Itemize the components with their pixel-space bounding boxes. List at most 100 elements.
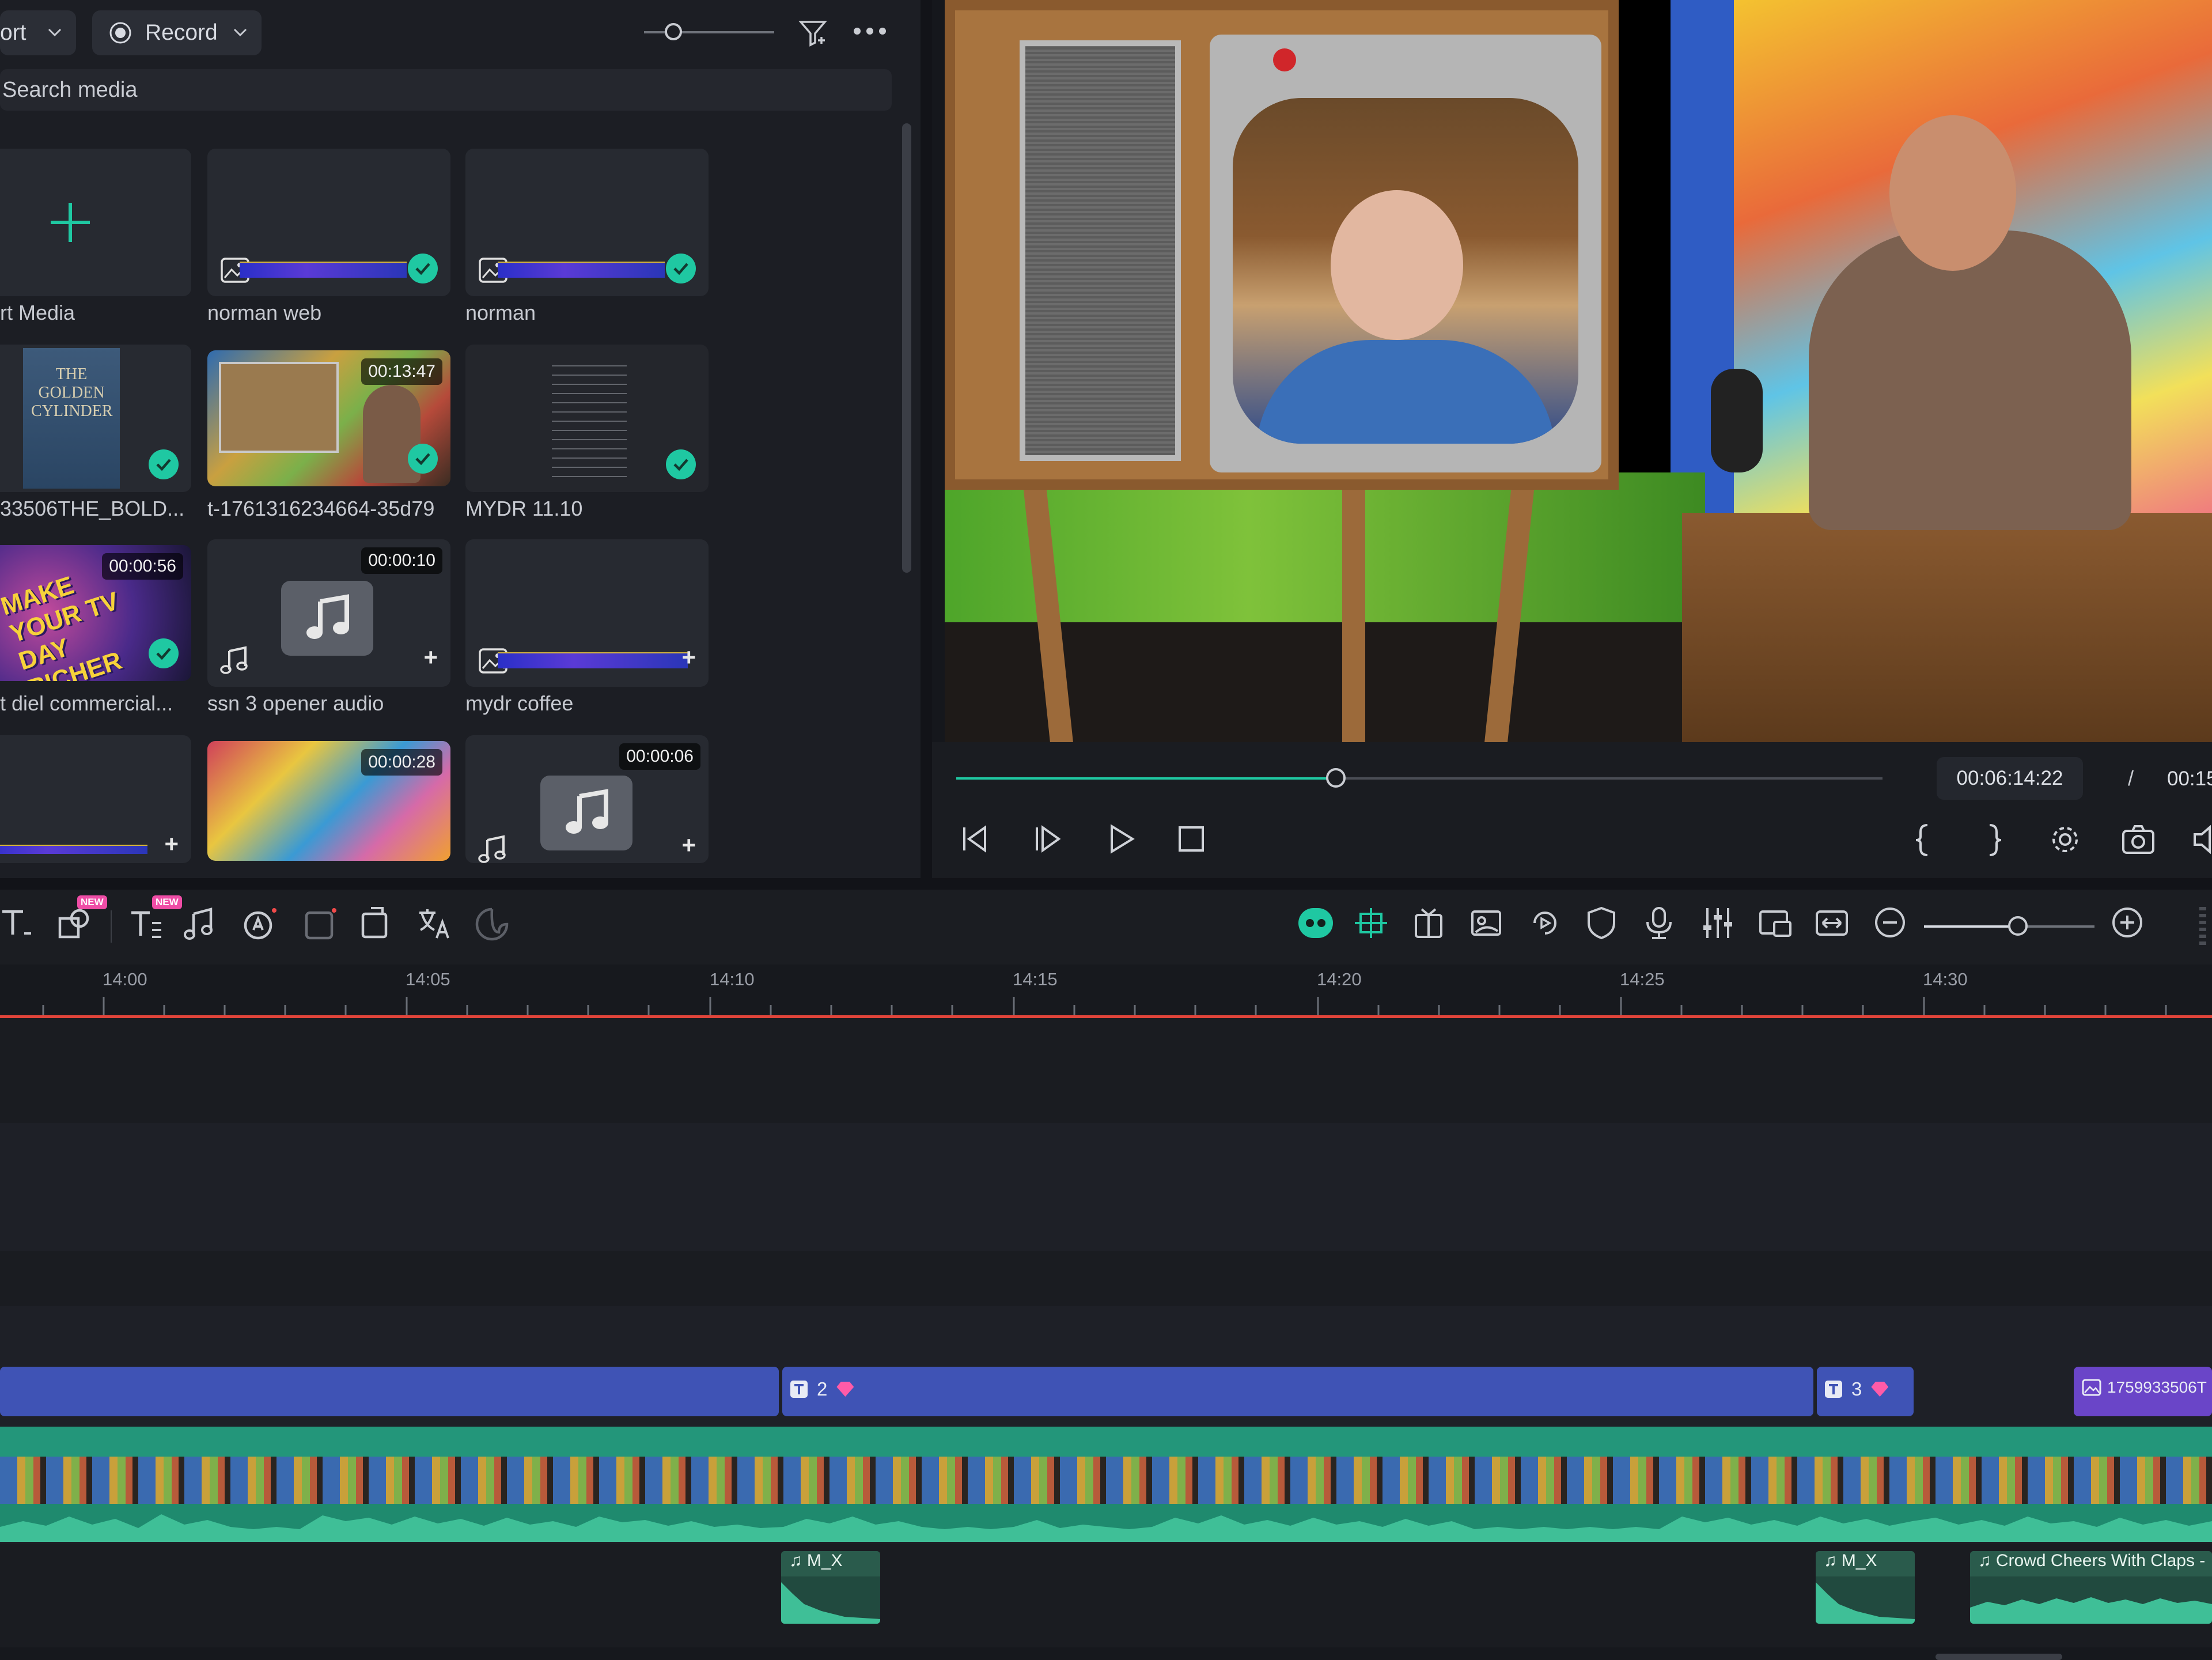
add-to-timeline-icon[interactable]: + (681, 833, 696, 857)
title-clip[interactable] (0, 1367, 779, 1416)
image-clip-text: 1759933506T (2107, 1378, 2207, 1396)
record-button[interactable]: Record (92, 10, 262, 55)
media-item-collage-video[interactable]: 00:00:28 (207, 741, 450, 861)
mark-out-icon[interactable] (1983, 823, 2006, 857)
title-clip-text: 3 (1851, 1378, 1862, 1400)
new-badge: NEW (152, 895, 182, 909)
play-icon[interactable] (1105, 823, 1137, 855)
media-item-norman[interactable] (465, 149, 709, 296)
image-clip[interactable]: 1759933506T (2074, 1367, 2212, 1416)
ruler-label: 14:25 (1620, 969, 1665, 989)
timeline-ruler[interactable]: 14:00 14:05 14:10 14:15 14:20 14:25 14:3… (0, 965, 2212, 1016)
import-label: ort (0, 20, 26, 45)
speed-icon[interactable] (1528, 906, 1562, 940)
thumbnail-size-slider[interactable] (644, 21, 774, 44)
music-note-icon: ♫ (1824, 1551, 1842, 1570)
scene-detect-icon[interactable] (1469, 906, 1503, 940)
auto-reframe-icon[interactable] (357, 906, 394, 943)
timeline-horizontal-scrollbar[interactable] (1936, 1654, 2062, 1660)
media-item-video-episode[interactable]: 00:13:47 (207, 350, 450, 486)
empty-track[interactable] (0, 1251, 2212, 1306)
snap-icon[interactable] (1354, 906, 1388, 940)
preview-microphone (1711, 369, 1763, 472)
premium-gem-icon (1871, 1382, 1889, 1397)
ai-copilot-icon[interactable] (1296, 903, 1335, 943)
audio-waveform (0, 1514, 2212, 1542)
media-item-lower-third[interactable]: + (0, 735, 191, 863)
empty-track[interactable] (0, 1647, 2212, 1660)
add-to-timeline-icon[interactable]: + (681, 645, 696, 670)
media-item-mydr-11-10[interactable] (465, 345, 709, 492)
ruler-ticks (42, 997, 2167, 1016)
add-to-timeline-icon[interactable]: + (423, 645, 438, 670)
filter-icon[interactable] (797, 17, 828, 48)
toolbar-grip[interactable] (2199, 907, 2206, 947)
audio-clip[interactable]: ♫ Crowd Cheers With Claps - (1970, 1551, 2212, 1624)
shield-icon[interactable] (1585, 906, 1618, 940)
render-settings-icon[interactable] (2048, 823, 2082, 856)
import-button[interactable]: ort (0, 10, 76, 55)
audio-tool-icon[interactable] (183, 906, 218, 943)
add-to-timeline-icon[interactable]: + (164, 832, 179, 856)
panel-divider-horizontal[interactable] (0, 878, 2212, 890)
microphone-icon[interactable] (1643, 906, 1675, 940)
ai-audio-icon[interactable] (242, 906, 279, 943)
snapshot-icon[interactable] (2121, 824, 2156, 855)
zoom-slider-handle[interactable] (2008, 916, 2028, 936)
empty-track[interactable] (0, 1018, 2212, 1123)
marker-icon[interactable] (1411, 906, 1446, 940)
media-item-mydr-coffee[interactable]: + (465, 539, 709, 687)
media-item-audio-clip[interactable]: 00:00:06 + (465, 735, 709, 863)
duration-badge: 00:00:10 (361, 547, 442, 574)
slider-handle[interactable] (665, 23, 682, 40)
fit-timeline-icon[interactable] (1815, 906, 1849, 940)
audio-clip[interactable]: ♫ M_X (781, 1551, 880, 1624)
audio-icon (478, 835, 506, 863)
current-time[interactable]: 00:06:14:22 (1937, 757, 2083, 800)
zoom-in-icon[interactable] (2111, 906, 2144, 939)
media-scrollbar[interactable] (902, 123, 911, 573)
translate-icon[interactable] (416, 906, 453, 943)
volume-icon[interactable] (2191, 824, 2212, 855)
ruler-label: 14:30 (1923, 969, 1968, 989)
playback-progress-handle[interactable] (1326, 768, 1346, 788)
shape-tool-icon[interactable] (56, 906, 93, 943)
ai-color-icon[interactable] (474, 906, 510, 943)
media-panel: ort Record rt Media norman web norman TH… (0, 0, 921, 878)
ruler-label: 14:05 (406, 969, 450, 989)
stop-icon[interactable] (1176, 824, 1206, 854)
media-item-golden-cylinder[interactable]: THE GOLDEN CYLINDER (0, 345, 191, 492)
check-icon (666, 254, 696, 283)
media-item-opener-audio[interactable]: 00:00:10 + (207, 539, 450, 687)
timeline-zoom-slider[interactable] (1924, 916, 2094, 936)
audio-clip-waveform (1816, 1582, 1915, 1624)
media-item-norman-web[interactable] (207, 149, 450, 296)
preview-tv-knob (1273, 48, 1296, 71)
ai-image-icon[interactable] (302, 906, 339, 943)
text-tool-icon[interactable] (0, 906, 35, 940)
title-clip[interactable]: 2 (782, 1367, 1813, 1416)
mark-in-icon[interactable] (1911, 823, 1934, 857)
preview-tv-speaker (1020, 40, 1181, 461)
media-label: t-1761316234664-35d79 (207, 497, 435, 520)
playback-progress-track[interactable] (956, 768, 1883, 788)
ruler-label: 14:15 (1013, 969, 1058, 989)
more-options-icon[interactable] (853, 27, 887, 36)
audio-clip[interactable]: ♫ M_X (1816, 1551, 1915, 1624)
audio-clip-header: ♫ M_X (1816, 1551, 1915, 1576)
media-item-diel-commercial[interactable]: MAKE YOUR TV DAY RICHER 00:00:56 (0, 545, 191, 681)
next-frame-icon[interactable] (1031, 823, 1063, 855)
panel-divider[interactable] (921, 0, 932, 878)
audio-mixer-icon[interactable] (1700, 906, 1735, 940)
main-video-clip[interactable] (0, 1427, 2212, 1542)
import-media-tile[interactable] (0, 149, 191, 296)
title-clip-label: 3 (1824, 1378, 1889, 1400)
empty-track[interactable] (0, 1123, 2212, 1251)
search-input[interactable] (0, 69, 876, 111)
ai-text-icon[interactable] (128, 906, 165, 943)
pip-icon[interactable] (1758, 906, 1793, 940)
title-clip[interactable]: 3 (1817, 1367, 1914, 1416)
previous-frame-icon[interactable] (959, 823, 991, 855)
zoom-out-icon[interactable] (1873, 906, 1907, 939)
video-preview[interactable] (945, 0, 2212, 742)
